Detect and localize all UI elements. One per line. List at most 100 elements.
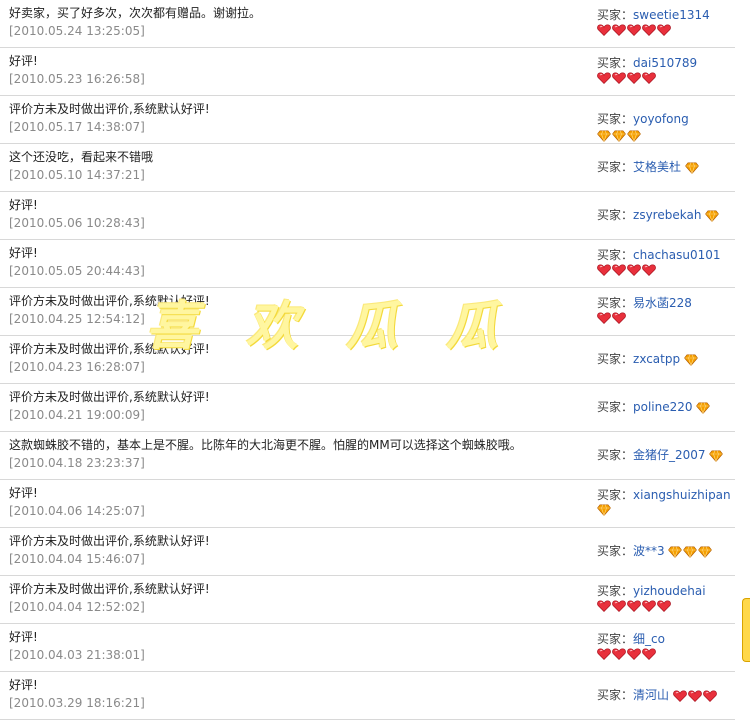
review-date: [2010.04.18 23:23:37] xyxy=(9,456,145,470)
review-comment: 好评! xyxy=(9,54,38,68)
buyer-label: 买家： xyxy=(597,544,634,558)
buyer-rating-badges xyxy=(696,401,711,414)
buyer-link[interactable]: 波**3 xyxy=(633,544,665,558)
review-comment: 好评! xyxy=(9,486,38,500)
review-row: 评价方未及时做出评价,系统默认好评! [2010.04.25 12:54:12] 买… xyxy=(0,288,735,336)
review-row: 评价方未及时做出评价,系统默认好评! [2010.05.17 14:38:07] 买… xyxy=(0,96,735,144)
heart-icon xyxy=(642,648,656,660)
buyer-label: 买家： xyxy=(597,632,634,646)
heart-icon xyxy=(627,264,641,276)
buyer-label: 买家： xyxy=(597,112,634,126)
buyer-label: 买家： xyxy=(597,8,634,22)
review-row: 好评! [2010.03.29 18:16:21] 买家：清河山 xyxy=(0,672,735,720)
buyer-link[interactable]: 金猪仔_2007 xyxy=(633,448,706,462)
buyer-info: 买家：细_co xyxy=(597,631,735,660)
review-comment: 好卖家，买了好多次，次次都有赠品。谢谢拉。 xyxy=(9,6,262,20)
buyer-rating-badges xyxy=(597,504,735,516)
heart-icon xyxy=(597,72,611,84)
review-comment: 好评! xyxy=(9,198,38,212)
buyer-label: 买家： xyxy=(597,400,634,414)
review-comment: 评价方未及时做出评价,系统默认好评! xyxy=(9,582,210,596)
buyer-info: 买家：波**3 xyxy=(597,543,735,559)
buyer-label: 买家： xyxy=(597,56,634,70)
review-row: 评价方未及时做出评价,系统默认好评! [2010.04.04 12:52:02] 买… xyxy=(0,576,735,624)
review-comment: 评价方未及时做出评价,系统默认好评! xyxy=(9,534,210,548)
diamond-icon xyxy=(698,545,713,558)
heart-icon xyxy=(703,689,717,702)
review-comment: 这个还没吃，看起来不错哦 xyxy=(9,150,154,164)
side-feedback-tab[interactable] xyxy=(742,598,750,662)
review-row: 好评! [2010.05.05 20:44:43] 买家：chachasu0101 xyxy=(0,240,735,288)
buyer-link[interactable]: 细_co xyxy=(633,632,665,646)
heart-icon xyxy=(612,264,626,276)
buyer-label: 买家： xyxy=(597,352,634,366)
review-comment: 好评! xyxy=(9,678,38,692)
heart-icon xyxy=(642,72,656,84)
buyer-link[interactable]: zsyrebekah xyxy=(633,208,701,222)
buyer-rating-badges xyxy=(597,312,735,324)
review-row: 好评! [2010.04.03 21:38:01] 买家：细_co xyxy=(0,624,735,672)
review-date: [2010.05.10 14:37:21] xyxy=(9,168,145,182)
heart-icon xyxy=(642,600,656,612)
buyer-rating-badges xyxy=(709,449,724,462)
review-date: [2010.05.24 13:25:05] xyxy=(9,24,145,38)
buyer-link[interactable]: poline220 xyxy=(633,400,693,414)
buyer-link[interactable]: xiangshuizhipan xyxy=(633,488,731,502)
buyer-rating-badges xyxy=(597,600,735,612)
review-comment: 好评! xyxy=(9,630,38,644)
heart-icon xyxy=(642,24,656,36)
buyer-info: 买家：dai510789 xyxy=(597,55,735,84)
review-date: [2010.04.21 19:00:09] xyxy=(9,408,145,422)
heart-icon xyxy=(688,689,702,702)
review-date: [2010.04.25 12:54:12] xyxy=(9,312,145,326)
heart-icon xyxy=(597,648,611,660)
review-date: [2010.03.29 18:16:21] xyxy=(9,696,145,710)
buyer-rating-badges xyxy=(597,648,735,660)
heart-icon xyxy=(627,648,641,660)
heart-icon xyxy=(657,24,671,36)
buyer-link[interactable]: 清河山 xyxy=(633,688,669,702)
buyer-rating-badges xyxy=(705,209,720,222)
buyer-link[interactable]: chachasu0101 xyxy=(633,248,721,262)
heart-icon xyxy=(627,24,641,36)
review-comment: 好评! xyxy=(9,246,38,260)
buyer-rating-badges xyxy=(597,72,735,84)
review-row: 好评! [2010.05.06 10:28:43] 买家：zsyrebekah xyxy=(0,192,735,240)
heart-icon xyxy=(597,264,611,276)
heart-icon xyxy=(597,24,611,36)
buyer-rating-badges xyxy=(597,129,641,142)
review-date: [2010.05.17 14:38:07] xyxy=(9,120,145,134)
heart-icon xyxy=(612,312,626,324)
review-row: 评价方未及时做出评价,系统默认好评! [2010.04.04 15:46:07] 买… xyxy=(0,528,735,576)
review-comment: 评价方未及时做出评价,系统默认好评! xyxy=(9,102,210,116)
buyer-link[interactable]: 艾格美杜 xyxy=(633,160,681,174)
buyer-link[interactable]: zxcatpp xyxy=(633,352,680,366)
buyer-link[interactable]: yizhoudehai xyxy=(633,584,706,598)
diamond-icon xyxy=(668,545,683,558)
buyer-label: 买家： xyxy=(597,248,634,262)
diamond-icon xyxy=(597,504,611,516)
diamond-icon xyxy=(683,545,698,558)
buyer-link[interactable]: 易水菡228 xyxy=(633,296,692,310)
review-comment: 这款蜘蛛胶不错的，基本上是不腥。比陈年的大北海更不腥。怕腥的MM可以选择这个蜘蛛… xyxy=(9,438,522,452)
buyer-info: 买家：金猪仔_2007 xyxy=(597,447,735,463)
buyer-rating-badges xyxy=(597,264,735,276)
review-row: 这个还没吃，看起来不错哦 [2010.05.10 14:37:21] 买家：艾格美杜 xyxy=(0,144,735,192)
buyer-link[interactable]: dai510789 xyxy=(633,56,697,70)
buyer-label: 买家： xyxy=(597,448,634,462)
buyer-link[interactable]: yoyofong xyxy=(633,112,689,126)
buyer-info: 买家：sweetie1314 xyxy=(597,7,735,36)
review-date: [2010.05.23 16:26:58] xyxy=(9,72,145,86)
buyer-info: 买家：易水菡228 xyxy=(597,295,735,324)
buyer-info: 买家：清河山 xyxy=(597,687,735,703)
buyer-rating-badges xyxy=(683,353,698,366)
heart-icon xyxy=(612,600,626,612)
buyer-label: 买家： xyxy=(597,160,634,174)
heart-icon xyxy=(612,24,626,36)
review-list: 好卖家，买了好多次，次次都有赠品。谢谢拉。 [2010.05.24 13:25:0… xyxy=(0,0,735,720)
buyer-info: 买家：yizhoudehai xyxy=(597,583,735,612)
review-row: 评价方未及时做出评价,系统默认好评! [2010.04.23 16:28:07] 买… xyxy=(0,336,735,384)
buyer-link[interactable]: sweetie1314 xyxy=(633,8,710,22)
review-date: [2010.04.06 14:25:07] xyxy=(9,504,145,518)
review-date: [2010.04.03 21:38:01] xyxy=(9,648,145,662)
